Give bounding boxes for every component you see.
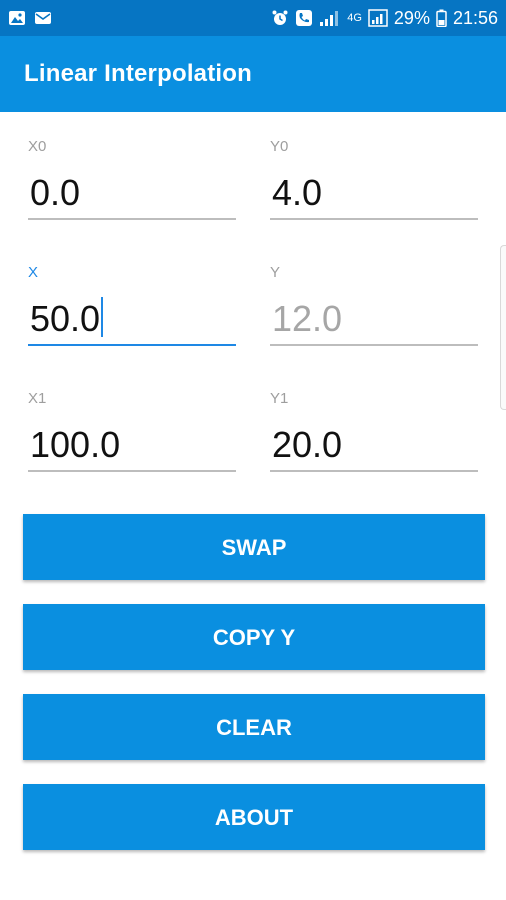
battery-icon <box>436 9 447 27</box>
y0-input[interactable]: 4.0 <box>270 170 478 220</box>
image-icon <box>8 10 26 26</box>
x0-field[interactable]: X0 0.0 <box>28 138 236 220</box>
status-bar: 4G 29% 21:56 <box>0 0 506 36</box>
x1-label: X1 <box>28 390 47 407</box>
x1-input[interactable]: 100.0 <box>28 422 236 472</box>
x-field[interactable]: X 50.0 <box>28 264 236 346</box>
x-input[interactable]: 50.0 <box>28 296 236 346</box>
alarm-icon <box>271 9 289 27</box>
edge-panel-handle[interactable] <box>500 245 506 410</box>
y-label: Y <box>270 264 281 281</box>
y1-label: Y1 <box>270 390 289 407</box>
x0-label: X0 <box>28 138 47 155</box>
y-output[interactable]: 12.0 <box>270 296 478 346</box>
text-cursor <box>101 297 104 337</box>
battery-percent: 29% <box>393 8 430 28</box>
y0-field[interactable]: Y0 4.0 <box>270 138 478 220</box>
network-type-label: 4G <box>347 11 362 24</box>
signal-icon <box>319 9 341 27</box>
app-title: Linear Interpolation <box>24 60 253 87</box>
x-label: X <box>28 264 39 281</box>
clock-time: 21:56 <box>452 8 498 28</box>
app-bar: Linear Interpolation <box>0 36 506 112</box>
x-input-value: 50.0 <box>30 298 101 339</box>
swap-button[interactable]: SWAP <box>23 514 485 580</box>
y-field[interactable]: Y 12.0 <box>270 264 478 346</box>
mail-icon <box>34 10 52 26</box>
y1-input[interactable]: 20.0 <box>270 422 478 472</box>
about-button[interactable]: ABOUT <box>23 784 485 850</box>
y0-label: Y0 <box>270 138 289 155</box>
clear-button[interactable]: CLEAR <box>23 694 485 760</box>
x1-field[interactable]: X1 100.0 <box>28 390 236 472</box>
status-bar-right: 4G 29% 21:56 <box>271 9 498 27</box>
copy-y-button[interactable]: COPY Y <box>23 604 485 670</box>
y1-field[interactable]: Y1 20.0 <box>270 390 478 472</box>
x0-input[interactable]: 0.0 <box>28 170 236 220</box>
signal-icon-2 <box>368 9 388 27</box>
status-bar-left <box>8 10 52 26</box>
phone-icon <box>295 9 313 27</box>
